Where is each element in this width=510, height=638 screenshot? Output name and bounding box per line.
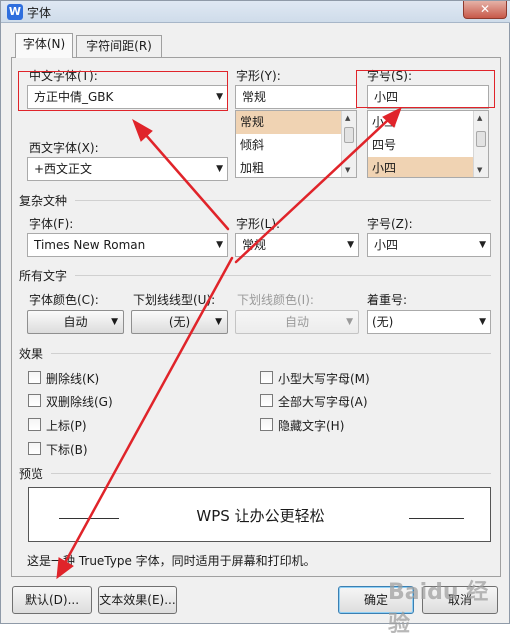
chevron-down-icon: ▼ <box>216 240 223 250</box>
style-list-scrollbar[interactable]: ▲ ▼ <box>341 111 356 177</box>
scroll-up-icon[interactable]: ▲ <box>345 114 350 122</box>
size-input-value: 小四 <box>374 90 399 104</box>
effects-section-heading: 效果 <box>19 347 44 361</box>
emphasis-value: (无) <box>372 315 394 329</box>
list-item[interactable]: 加粗 <box>236 157 356 177</box>
emphasis-select[interactable]: (无) ▼ <box>367 310 491 334</box>
scroll-thumb[interactable] <box>344 127 354 143</box>
font-color-value: 自动 <box>63 315 88 329</box>
complex-style-label: 字形(L): <box>236 217 281 231</box>
underline-style-label: 下划线线型(U): <box>133 293 216 307</box>
chevron-down-icon: ▼ <box>346 317 353 327</box>
preview-section-heading: 预览 <box>19 467 44 481</box>
superscript-checkbox[interactable] <box>28 418 41 431</box>
style-list[interactable]: 常规 倾斜 加粗 ▲ ▼ <box>235 110 357 178</box>
size-list-scrollbar[interactable]: ▲ ▼ <box>473 111 488 177</box>
chevron-down-icon: ▼ <box>111 317 118 327</box>
window-title: 字体 <box>27 6 52 20</box>
complex-style-select[interactable]: 常规 ▼ <box>235 233 359 257</box>
all-text-section-heading: 所有文字 <box>19 269 68 283</box>
scroll-up-icon[interactable]: ▲ <box>477 114 482 122</box>
scroll-down-icon[interactable]: ▼ <box>345 166 350 174</box>
chevron-down-icon: ▼ <box>347 240 354 250</box>
text-effects-button[interactable]: 文本效果(E)... <box>98 586 177 614</box>
tab-character-spacing[interactable]: 字符间距(R) <box>76 35 162 57</box>
list-item[interactable]: 倾斜 <box>236 134 356 157</box>
double-strikethrough-label: 双删除线(G) <box>46 395 113 409</box>
section-divider <box>75 275 491 276</box>
complex-style-value: 常规 <box>242 238 267 252</box>
chinese-font-select[interactable]: 方正中倩_GBK ▼ <box>27 85 228 109</box>
underline-style-value: (无) <box>168 315 191 329</box>
superscript-label: 上标(P) <box>46 419 87 433</box>
size-list[interactable]: 小三 四号 小四 ▲ ▼ <box>367 110 489 178</box>
chevron-down-icon: ▼ <box>479 240 486 250</box>
list-item[interactable]: 小三 <box>368 111 488 134</box>
watermark: Baidu 经验 <box>388 580 489 637</box>
tab-font[interactable]: 字体(N) <box>15 33 73 58</box>
chevron-down-icon: ▼ <box>216 92 223 102</box>
font-color-select[interactable]: 自动 ▼ <box>27 310 124 334</box>
scroll-down-icon[interactable]: ▼ <box>477 166 482 174</box>
chevron-down-icon: ▼ <box>216 164 223 174</box>
western-font-value: +西文正文 <box>34 162 93 176</box>
chevron-down-icon: ▼ <box>215 317 222 327</box>
complex-size-label: 字号(Z): <box>367 217 413 231</box>
strikethrough-checkbox[interactable] <box>28 371 41 384</box>
section-divider <box>51 473 491 474</box>
section-divider <box>75 200 491 201</box>
underline-color-select: 自动 ▼ <box>235 310 359 334</box>
list-item[interactable]: 四号 <box>368 134 488 157</box>
small-caps-checkbox[interactable] <box>260 371 273 384</box>
complex-font-value: Times New Roman <box>34 238 146 252</box>
chevron-down-icon: ▼ <box>479 317 486 327</box>
close-button[interactable]: ✕ <box>463 1 507 19</box>
western-font-select[interactable]: +西文正文 ▼ <box>27 157 228 181</box>
font-dialog: W 字体 ✕ 字体(N) 字符间距(R) 中文字体(T): 字形(Y): 字号(… <box>0 0 510 624</box>
complex-font-label: 字体(F): <box>29 217 74 231</box>
complex-size-select[interactable]: 小四 ▼ <box>367 233 491 257</box>
list-item[interactable]: 小四 <box>368 157 488 177</box>
size-input[interactable]: 小四 <box>367 85 489 109</box>
style-label: 字形(Y): <box>236 69 281 83</box>
subscript-checkbox[interactable] <box>28 442 41 455</box>
style-input-value: 常规 <box>242 90 267 104</box>
wps-app-icon: W <box>7 4 23 20</box>
style-input[interactable]: 常规 <box>235 85 357 109</box>
all-caps-label: 全部大写字母(A) <box>278 395 368 409</box>
small-caps-label: 小型大写字母(M) <box>278 372 370 386</box>
emphasis-label: 着重号: <box>367 293 408 307</box>
complex-size-value: 小四 <box>374 238 399 252</box>
western-font-label: 西文字体(X): <box>29 141 99 155</box>
underline-color-value: 自动 <box>284 315 309 329</box>
double-strikethrough-checkbox[interactable] <box>28 394 41 407</box>
chinese-font-value: 方正中倩_GBK <box>34 90 114 104</box>
hidden-text-checkbox[interactable] <box>260 418 273 431</box>
hidden-text-label: 隐藏文字(H) <box>278 419 345 433</box>
list-item[interactable]: 常规 <box>236 111 356 134</box>
subscript-label: 下标(B) <box>46 443 88 457</box>
complex-section-heading: 复杂文种 <box>19 194 68 208</box>
strikethrough-label: 删除线(K) <box>46 372 100 386</box>
font-type-note: 这是一种 TrueType 字体，同时适用于屏幕和打印机。 <box>27 554 316 568</box>
font-color-label: 字体颜色(C): <box>29 293 99 307</box>
all-caps-checkbox[interactable] <box>260 394 273 407</box>
default-button[interactable]: 默认(D)... <box>12 586 92 614</box>
complex-font-select[interactable]: Times New Roman ▼ <box>27 233 228 257</box>
underline-style-select[interactable]: (无) ▼ <box>131 310 228 334</box>
section-divider <box>51 353 491 354</box>
preview-sample-text: WPS 让办公更轻松 <box>196 507 325 525</box>
chinese-font-label: 中文字体(T): <box>29 69 98 83</box>
size-label: 字号(S): <box>367 69 413 83</box>
title-bar: W 字体 ✕ <box>1 1 510 23</box>
preview-box: WPS 让办公更轻松 <box>28 487 491 542</box>
scroll-thumb[interactable] <box>476 131 486 147</box>
underline-color-label: 下划线颜色(I): <box>237 293 314 307</box>
